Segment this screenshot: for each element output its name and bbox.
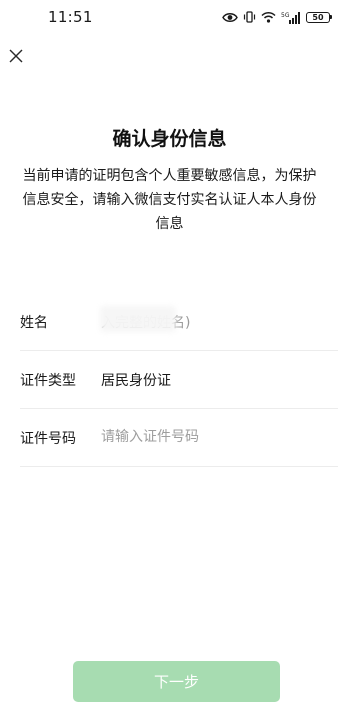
eye-icon — [222, 12, 238, 22]
page-title: 确认身份信息 — [112, 128, 227, 150]
signal-icon: 5G — [281, 11, 300, 24]
name-row[interactable]: 姓名 入完整的姓名) — [20, 292, 338, 351]
name-blur-mask — [100, 306, 176, 332]
name-label: 姓名 — [20, 315, 48, 331]
close-icon — [9, 49, 23, 63]
id-number-label: 证件号码 — [20, 431, 76, 447]
id-type-row[interactable]: 证件类型 居民身份证 — [20, 350, 338, 409]
network-label: 5G — [281, 12, 290, 19]
status-bar: 11:51 5G 50 — [0, 0, 339, 34]
id-number-input[interactable] — [101, 422, 331, 452]
id-number-row[interactable]: 证件号码 — [20, 408, 338, 467]
status-time: 11:51 — [48, 8, 93, 26]
id-type-value[interactable]: 居民身份证 — [101, 370, 171, 390]
id-type-label: 证件类型 — [20, 373, 76, 389]
wifi-icon — [261, 11, 276, 23]
vibrate-icon — [243, 11, 256, 23]
battery-level: 50 — [312, 12, 324, 22]
close-button[interactable] — [4, 44, 28, 68]
page-description: 当前申请的证明包含个人重要敏感信息，为保护信息安全，请输入微信支付实名认证人本人… — [22, 168, 317, 232]
next-button[interactable]: 下一步 — [73, 661, 280, 702]
status-icons: 5G 50 — [222, 10, 332, 24]
battery-icon: 50 — [306, 11, 332, 23]
